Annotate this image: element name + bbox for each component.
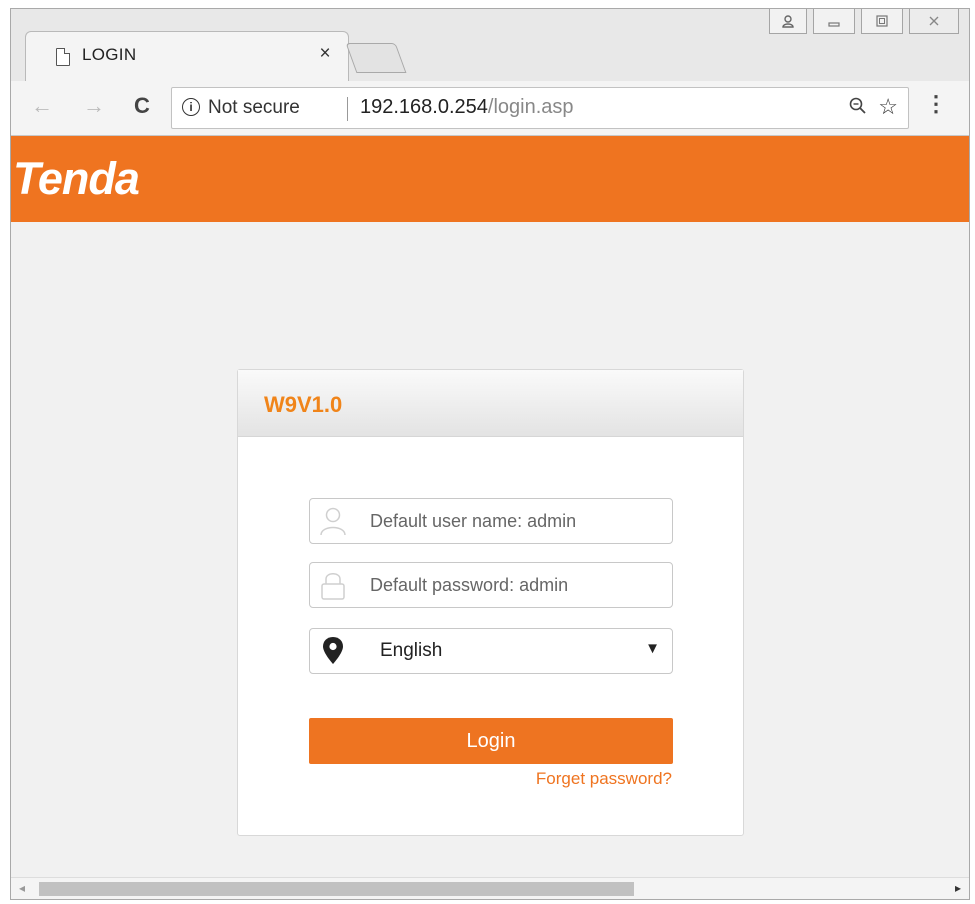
minimize-icon	[828, 22, 840, 27]
horizontal-scrollbar[interactable]: ◂ ▸	[11, 877, 969, 899]
close-window-button[interactable]	[909, 9, 959, 34]
info-icon[interactable]: i	[182, 98, 200, 116]
browser-window: LOGIN × ← → C i Not secure 192.168.0.254…	[10, 8, 970, 900]
tab-login[interactable]: LOGIN ×	[25, 31, 349, 82]
browser-toolbar: ← → C i Not secure 192.168.0.254/login.a…	[11, 81, 969, 136]
zoom-icon[interactable]	[849, 97, 866, 119]
card-header: W9V1.0	[238, 370, 743, 437]
location-pin-icon	[323, 637, 343, 664]
tab-close-icon[interactable]: ×	[314, 43, 336, 65]
profile-icon	[782, 15, 794, 28]
scroll-left-icon[interactable]: ◂	[19, 881, 25, 895]
maximize-icon	[876, 15, 888, 27]
login-card: W9V1.0 En	[237, 369, 744, 836]
username-input[interactable]	[368, 499, 662, 543]
security-label[interactable]: Not secure	[208, 97, 300, 119]
reload-icon[interactable]: C	[129, 93, 155, 119]
address-bar[interactable]: i Not secure 192.168.0.254/login.asp ☆	[171, 87, 909, 129]
username-field[interactable]	[309, 498, 673, 544]
forward-arrow-icon[interactable]: →	[81, 93, 107, 119]
forget-password-link[interactable]: Forget password?	[536, 769, 672, 789]
url-host: 192.168.0.254	[360, 96, 488, 118]
menu-kebab-icon[interactable]: ⋮	[925, 93, 947, 115]
back-arrow-icon[interactable]: ←	[29, 93, 55, 119]
tab-title: LOGIN	[82, 45, 137, 64]
maximize-button[interactable]	[861, 9, 903, 34]
scroll-thumb[interactable]	[39, 882, 634, 896]
user-icon	[320, 507, 346, 536]
brand-header: Tenda	[11, 136, 969, 222]
scroll-right-icon[interactable]: ▸	[955, 881, 961, 895]
minimize-button[interactable]	[813, 9, 855, 34]
chevron-down-icon: ▼	[645, 640, 660, 657]
bookmark-star-icon[interactable]: ☆	[878, 94, 898, 120]
url-path: /login.asp	[487, 96, 574, 118]
password-input[interactable]	[368, 563, 662, 607]
address-separator	[347, 97, 348, 121]
page-viewport: Tenda W9V1.0 Default user name: admin En…	[11, 136, 969, 877]
close-icon	[929, 16, 939, 26]
login-button[interactable]: Login	[309, 718, 673, 764]
window-controls	[769, 9, 959, 35]
language-value: English	[380, 640, 443, 661]
lock-icon	[321, 573, 345, 600]
model-title: W9V1.0	[264, 392, 343, 417]
tenda-logo: Tenda	[13, 153, 140, 204]
new-tab-button[interactable]	[345, 43, 407, 73]
page-icon	[56, 48, 70, 66]
password-field[interactable]	[309, 562, 673, 608]
tab-strip: LOGIN ×	[11, 9, 969, 82]
profile-button[interactable]	[769, 9, 807, 34]
url-text[interactable]: 192.168.0.254/login.asp	[360, 96, 574, 119]
language-select[interactable]: English ▼	[309, 628, 673, 674]
